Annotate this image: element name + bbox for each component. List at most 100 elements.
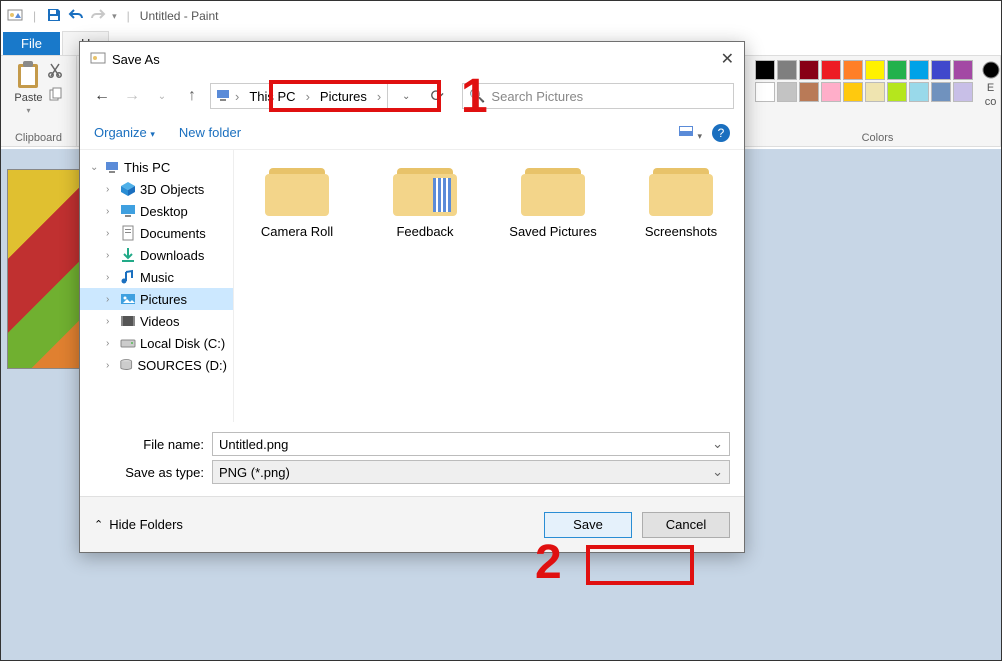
annotation-box-2 (586, 545, 694, 585)
tree-item[interactable]: ›Desktop (80, 200, 233, 222)
color-swatch[interactable] (755, 82, 775, 102)
tree-item[interactable]: ›Downloads (80, 244, 233, 266)
folder-icon (393, 164, 457, 216)
paint-app-icon (7, 7, 23, 26)
close-icon[interactable]: ✕ (721, 49, 734, 69)
chevron-down-icon[interactable]: ⌄ (90, 162, 100, 173)
cancel-button[interactable]: Cancel (642, 512, 730, 538)
nav-forward-icon[interactable]: → (120, 87, 144, 105)
folder-item[interactable]: Feedback (370, 164, 480, 239)
ribbon-group-clipboard: Paste ▾ Clipboard (1, 56, 77, 146)
chevron-right-icon[interactable]: › (106, 250, 116, 261)
chevron-right-icon[interactable]: › (106, 272, 116, 283)
folder-item[interactable]: Saved Pictures (498, 164, 608, 239)
dialog-titlebar: Save As ✕ (80, 42, 744, 76)
annotation-number-1: 1 (461, 69, 488, 124)
save-button[interactable]: Save (544, 512, 632, 538)
color-swatch[interactable] (799, 82, 819, 102)
tree-item[interactable]: ›Documents (80, 222, 233, 244)
folder-item[interactable]: Screenshots (626, 164, 736, 239)
chevron-up-icon: ⌃ (94, 518, 103, 531)
chevron-right-icon[interactable]: › (106, 338, 116, 349)
color-swatch[interactable] (799, 60, 819, 80)
chevron-right-icon[interactable]: › (106, 206, 116, 217)
file-list[interactable]: Camera RollFeedbackSaved PicturesScreens… (234, 150, 744, 422)
search-placeholder: Search Pictures (491, 89, 583, 104)
dialog-toolbar: Organize ▾ New folder ▾ ? (80, 116, 744, 150)
chevron-right-icon[interactable]: › (106, 316, 116, 327)
color-swatch[interactable] (755, 60, 775, 80)
dialog-footer: ⌃ Hide Folders Save Cancel (80, 496, 744, 552)
tree-item[interactable]: ›SOURCES (D:) (80, 354, 233, 376)
cut-icon[interactable] (47, 62, 63, 83)
chevron-right-icon[interactable]: › (106, 360, 115, 371)
hide-folders-button[interactable]: ⌃ Hide Folders (94, 517, 183, 532)
annotation-number-2: 2 (535, 535, 562, 590)
nav-recent-icon[interactable]: ⌄ (150, 91, 174, 102)
tree-item[interactable]: ›Local Disk (C:) (80, 332, 233, 354)
nav-up-icon[interactable]: ↑ (180, 87, 204, 105)
new-folder-button[interactable]: New folder (179, 125, 241, 140)
undo-qat-icon[interactable] (68, 7, 84, 26)
color-swatch[interactable] (821, 60, 841, 80)
paste-button[interactable]: Paste ▾ (14, 60, 42, 115)
chevron-right-icon[interactable]: › (106, 294, 116, 305)
pc-icon (215, 87, 231, 106)
folder-icon (521, 164, 585, 216)
tree-item[interactable]: ›Pictures (80, 288, 233, 310)
redo-qat-icon[interactable] (90, 7, 106, 26)
file-name-label: File name: (94, 437, 204, 452)
color-swatch[interactable] (821, 82, 841, 102)
color-palette[interactable] (755, 60, 973, 102)
nav-back-icon[interactable]: ← (90, 87, 114, 105)
colors-group-label: Colors (862, 132, 894, 144)
clipboard-group-label: Clipboard (15, 132, 62, 144)
save-type-label: Save as type: (94, 465, 204, 480)
color-swatch[interactable] (953, 60, 973, 80)
color-swatch[interactable] (887, 82, 907, 102)
title-bar: | ▾ | Untitled - Paint (1, 1, 1001, 31)
color-swatch[interactable] (953, 82, 973, 102)
nav-tree[interactable]: ⌄ This PC ›3D Objects›Desktop›Documents›… (80, 150, 234, 422)
folder-icon (265, 164, 329, 216)
dialog-app-icon (90, 50, 106, 69)
file-name-input[interactable]: Untitled.png ⌄ (212, 432, 730, 456)
copy-icon[interactable] (47, 87, 63, 108)
color-swatch[interactable] (865, 82, 885, 102)
window-title: Untitled - Paint (140, 9, 219, 23)
tree-this-pc[interactable]: ⌄ This PC (80, 156, 233, 178)
tree-item[interactable]: ›Music (80, 266, 233, 288)
search-input[interactable]: 🔍 Search Pictures (462, 83, 734, 109)
folder-icon (649, 164, 713, 216)
help-icon[interactable]: ? (712, 124, 730, 142)
folder-item[interactable]: Camera Roll (242, 164, 352, 239)
color-swatch[interactable] (909, 82, 929, 102)
tree-item[interactable]: ›Videos (80, 310, 233, 332)
tab-file[interactable]: File (3, 32, 60, 55)
chevron-down-icon[interactable]: ⌄ (712, 464, 723, 480)
annotation-box-1 (269, 80, 441, 112)
chevron-right-icon[interactable]: › (106, 228, 116, 239)
chevron-right-icon[interactable]: › (233, 89, 241, 104)
organize-button[interactable]: Organize ▾ (94, 125, 155, 140)
dialog-title: Save As (112, 52, 160, 67)
save-type-select[interactable]: PNG (*.png) ⌄ (212, 460, 730, 484)
save-as-dialog: Save As ✕ ← → ⌄ ↑ › This PC › Pictures ›… (79, 41, 745, 553)
tree-item[interactable]: ›3D Objects (80, 178, 233, 200)
view-options-icon[interactable]: ▾ (678, 123, 702, 142)
color-swatch[interactable] (887, 60, 907, 80)
color-swatch[interactable] (777, 82, 797, 102)
color-swatch[interactable] (931, 82, 951, 102)
chevron-down-icon[interactable]: ⌄ (712, 436, 723, 452)
color-swatch[interactable] (843, 60, 863, 80)
ribbon-group-colors: E co Colors (755, 56, 1001, 146)
color-swatch[interactable] (909, 60, 929, 80)
edit-colors-button[interactable]: E co (981, 60, 1001, 108)
qat-dropdown-icon[interactable]: ▾ (112, 11, 117, 22)
color-swatch[interactable] (843, 82, 863, 102)
color-swatch[interactable] (865, 60, 885, 80)
chevron-right-icon[interactable]: › (106, 184, 116, 195)
save-qat-icon[interactable] (46, 7, 62, 26)
color-swatch[interactable] (777, 60, 797, 80)
color-swatch[interactable] (931, 60, 951, 80)
